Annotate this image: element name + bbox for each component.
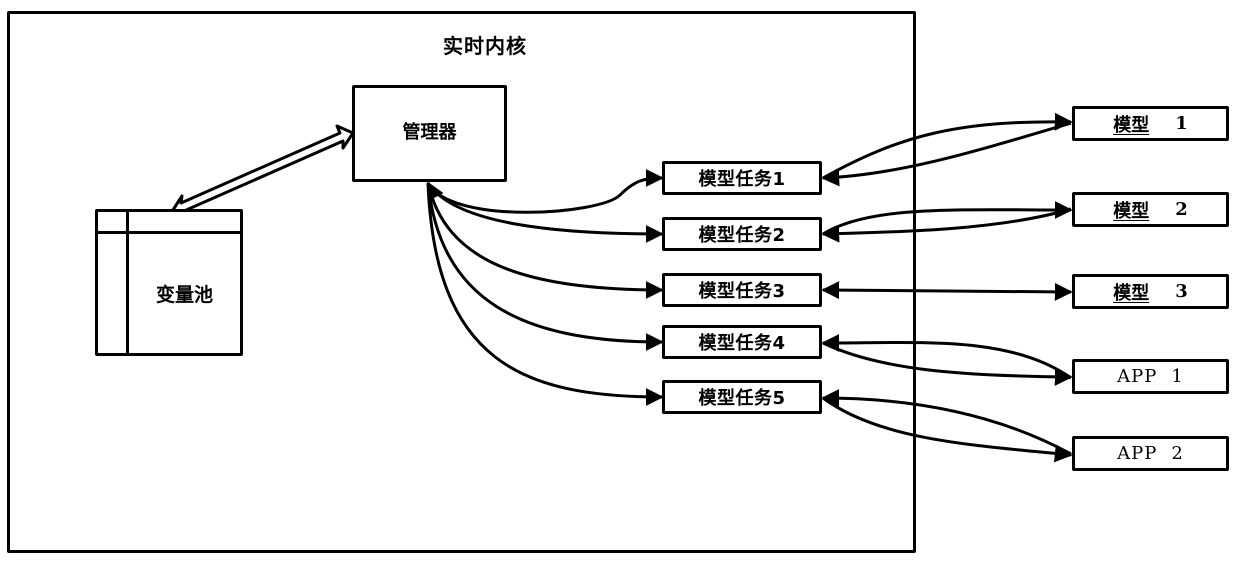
task3-model3-connector (821, 281, 1073, 301)
task5-app2-connector-a (821, 389, 1072, 456)
manager-label: 管理器 (402, 122, 457, 143)
task5-app2-connector-b (822, 396, 1073, 463)
target-number: 1 (1175, 113, 1188, 134)
target-number: 2 (1171, 443, 1184, 464)
task-label: 模型任务2 (698, 225, 786, 246)
task2-model2-connector-b (822, 200, 1073, 236)
target-name: APP (1117, 443, 1158, 464)
task1-model1-connector-b (822, 112, 1073, 180)
target-name: 模型 (1113, 114, 1150, 136)
model-box-1[interactable]: 模型 1 (1072, 106, 1229, 141)
task-box-1[interactable]: 模型任务1 (662, 161, 822, 195)
task-box-2[interactable]: 模型任务2 (662, 217, 822, 251)
task-label: 模型任务4 (698, 333, 786, 354)
app-box-1[interactable]: APP 1 (1072, 359, 1229, 394)
manager-task-connector-4 (426, 182, 664, 351)
manager-task-connector-3 (426, 182, 664, 299)
app-box-2[interactable]: APP 2 (1072, 436, 1229, 471)
task2-model2-connector-a (821, 207, 1072, 243)
target-name: 模型 (1113, 282, 1150, 304)
task-label: 模型任务1 (698, 169, 786, 190)
target-name: 模型 (1113, 200, 1150, 222)
task-box-3[interactable]: 模型任务3 (662, 273, 822, 307)
variable-pool-label: 变量池 (155, 284, 213, 306)
pool-manager-double-arrow (169, 124, 355, 219)
task-label: 模型任务3 (698, 281, 786, 302)
model-box-3[interactable]: 模型 3 (1072, 274, 1229, 309)
task-box-5[interactable]: 模型任务5 (662, 380, 822, 414)
target-name: APP (1117, 366, 1158, 387)
task-box-4[interactable]: 模型任务4 (662, 325, 822, 359)
task-label: 模型任务5 (698, 388, 786, 409)
target-number: 1 (1171, 366, 1184, 387)
variable-pool-box[interactable]: 变量池 (95, 209, 243, 356)
manager-task-connector-1 (426, 169, 664, 214)
target-number: 2 (1175, 199, 1188, 220)
manager-box[interactable]: 管理器 (352, 85, 507, 182)
model-box-2[interactable]: 模型 2 (1072, 192, 1229, 227)
target-number: 3 (1175, 281, 1188, 302)
